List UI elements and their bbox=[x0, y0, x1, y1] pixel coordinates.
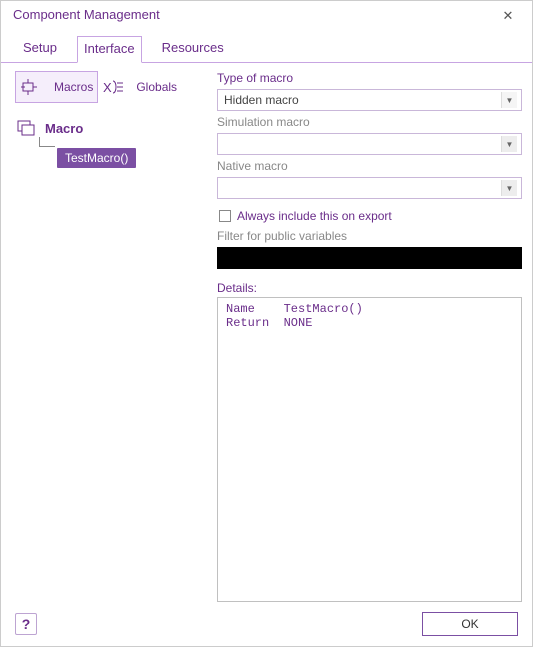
native-macro-label: Native macro bbox=[217, 159, 522, 173]
footer: ? OK bbox=[1, 606, 532, 646]
left-pane: Macros X Globals bbox=[15, 69, 211, 602]
tab-interface[interactable]: Interface bbox=[77, 36, 142, 63]
always-include-checkbox[interactable] bbox=[219, 210, 231, 222]
filter-public-variables[interactable] bbox=[217, 247, 522, 269]
filter-label: Filter for public variables bbox=[217, 229, 522, 243]
details-textarea[interactable]: Name TestMacro() Return NONE bbox=[217, 297, 522, 602]
svg-text:X: X bbox=[103, 80, 112, 95]
type-of-macro-value: Hidden macro bbox=[224, 93, 299, 107]
type-of-macro-label: Type of macro bbox=[217, 71, 522, 85]
macro-root-icon bbox=[15, 118, 39, 138]
tree-connector bbox=[39, 137, 55, 147]
simulation-macro-select[interactable]: ▼ bbox=[217, 133, 522, 155]
macros-icon bbox=[20, 74, 50, 100]
globals-tool[interactable]: X Globals bbox=[98, 72, 181, 102]
interface-toolstrip: Macros X Globals bbox=[15, 71, 211, 103]
content-area: Macros X Globals bbox=[1, 63, 532, 606]
right-pane: Type of macro Hidden macro ▼ Simulation … bbox=[217, 69, 522, 602]
type-of-macro-select[interactable]: Hidden macro ▼ bbox=[217, 89, 522, 111]
always-include-label: Always include this on export bbox=[237, 209, 392, 223]
ok-button[interactable]: OK bbox=[422, 612, 518, 636]
window-title: Component Management bbox=[13, 7, 160, 22]
tree-root-label: Macro bbox=[45, 121, 83, 136]
chevron-down-icon: ▼ bbox=[501, 136, 517, 152]
chevron-down-icon: ▼ bbox=[501, 180, 517, 196]
title-bar: Component Management ✕ bbox=[1, 1, 532, 29]
close-button[interactable]: ✕ bbox=[494, 7, 522, 27]
native-macro-select[interactable]: ▼ bbox=[217, 177, 522, 199]
tree-node[interactable]: TestMacro() bbox=[57, 148, 211, 168]
tree-node-label: TestMacro() bbox=[57, 148, 136, 168]
chevron-down-icon: ▼ bbox=[501, 92, 517, 108]
tab-resources[interactable]: Resources bbox=[156, 36, 230, 63]
globals-icon: X bbox=[102, 74, 132, 100]
simulation-macro-label: Simulation macro bbox=[217, 115, 522, 129]
macro-tree: Macro TestMacro() bbox=[15, 117, 211, 168]
details-label: Details: bbox=[217, 281, 522, 295]
tab-setup[interactable]: Setup bbox=[17, 36, 63, 63]
tree-root-row[interactable]: Macro bbox=[15, 117, 211, 139]
macros-tool-label: Macros bbox=[54, 80, 93, 94]
globals-tool-label: Globals bbox=[136, 80, 177, 94]
tab-strip: Setup Interface Resources bbox=[1, 29, 532, 63]
macros-tool[interactable]: Macros bbox=[15, 71, 98, 103]
always-include-row[interactable]: Always include this on export bbox=[219, 209, 522, 223]
help-button[interactable]: ? bbox=[15, 613, 37, 635]
